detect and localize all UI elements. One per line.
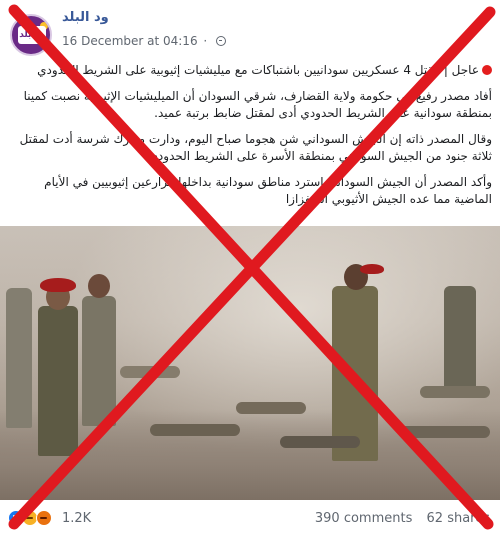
avatar-logo-text: ود بلد [18,26,46,44]
soldier-figure [444,286,476,396]
soldier-head [88,274,110,298]
post-timestamp[interactable]: 16 December at 04:16 [62,34,198,48]
page-avatar[interactable]: ود بلد [10,14,52,56]
post-meta: 16 December at 04:16 · [62,34,227,48]
soldier-beret [360,264,384,274]
post-paragraph-headline: عاجل | مقتل 4 عسكريين سودانيين باشتباكات… [8,62,492,79]
headline-text: عاجل | مقتل 4 عسكريين سودانيين باشتباكات… [37,63,479,77]
post-body: عاجل | مقتل 4 عسكريين سودانيين باشتباكات… [8,62,492,217]
post-footer: 1.2K 390 comments 62 shares [0,500,500,533]
red-circle-icon [482,65,492,75]
soldier-figure [332,286,378,461]
post-paragraph: وقال المصدر ذاته إن الجيش السوداني شن هج… [19,132,492,163]
lying-figure [236,402,306,414]
post-photo[interactable] [0,226,500,500]
post-paragraph: أفاد مصدر رفيع في حكومة ولاية القضارف، ش… [23,89,492,120]
meta-separator: · [203,34,208,48]
lying-figure [400,426,490,438]
reaction-count: 1.2K [62,511,92,526]
post-paragraph: وأكد المصدر أن الجيش السوداني استرد مناط… [44,175,492,206]
lying-figure [150,424,240,436]
soldier-figure [6,288,32,428]
angry-icon [36,510,52,526]
soldier-beret [40,278,76,292]
shares-link[interactable]: 62 shares [427,511,490,526]
comments-link[interactable]: 390 comments [315,511,412,526]
lying-figure [420,386,490,398]
page-name-link[interactable]: ود البلد [62,10,109,25]
globe-icon[interactable] [216,36,227,46]
soldier-figure [82,296,116,426]
soldier-figure [38,306,78,456]
engagement-stats: 390 comments 62 shares [315,511,490,526]
lying-figure [280,436,360,448]
facebook-post: ود بلد ود البلد 16 December at 04:16 · ع… [0,0,500,533]
post-header: ود بلد ود البلد 16 December at 04:16 · [8,10,492,56]
lying-figure [120,366,180,378]
